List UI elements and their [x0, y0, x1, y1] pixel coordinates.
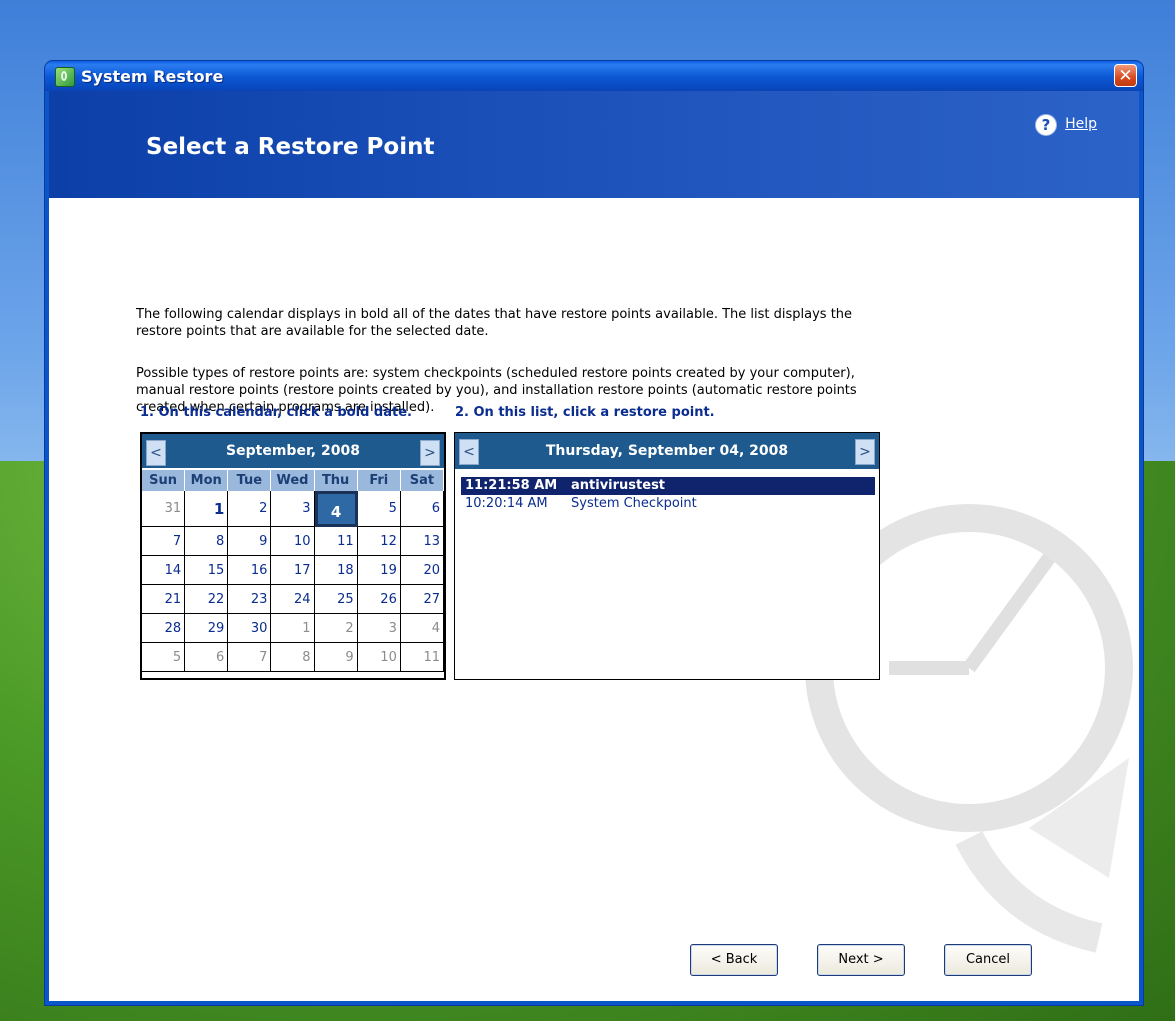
weekday-header: Thu [314, 470, 358, 491]
calendar-day[interactable]: 1 [185, 491, 229, 527]
calendar-day[interactable]: 26 [357, 585, 401, 614]
calendar-header: < September, 2008 > [142, 434, 444, 468]
weekday-header: Sat [400, 470, 444, 491]
close-icon: ✕ [1118, 66, 1133, 86]
system-restore-icon [55, 67, 75, 87]
prev-day-button[interactable]: < [459, 439, 479, 465]
step1-label: 1. On this calendar, click a bold date. [140, 405, 412, 420]
calendar-day[interactable]: 10 [271, 527, 315, 556]
calendar-grid: Sun Mon Tue Wed Thu Fri Sat 31 1 2 3 4 5 6 7 8 9 10 11 12 13… [142, 470, 444, 672]
restore-point-item[interactable]: 11:21:58 AM antivirustest [460, 476, 876, 496]
weekday-header: Fri [357, 470, 401, 491]
next-button[interactable]: Next > [817, 944, 905, 976]
help-icon[interactable]: ? [1035, 114, 1057, 136]
back-button[interactable]: < Back [690, 944, 778, 976]
calendar-day[interactable]: 6 [185, 643, 229, 672]
calendar-day[interactable]: 4 [400, 614, 444, 643]
calendar-day[interactable]: 27 [400, 585, 444, 614]
calendar-day[interactable]: 5 [357, 491, 401, 527]
restore-point-list: < Thursday, September 04, 2008 > 11:21:5… [454, 432, 880, 680]
help-link[interactable]: Help [1065, 116, 1097, 132]
calendar-day[interactable]: 8 [271, 643, 315, 672]
next-day-button[interactable]: > [855, 439, 875, 465]
calendar-day[interactable]: 29 [185, 614, 229, 643]
restore-point-item[interactable]: 10:20:14 AM System Checkpoint [461, 495, 875, 513]
calendar-day[interactable]: 9 [228, 527, 272, 556]
calendar-day[interactable]: 25 [314, 585, 358, 614]
calendar-day[interactable]: 30 [228, 614, 272, 643]
wizard-content: The following calendar displays in bold … [49, 198, 1139, 1001]
restore-point-name: System Checkpoint [571, 496, 697, 511]
page-title: Select a Restore Point [146, 134, 435, 160]
cancel-button[interactable]: Cancel [944, 944, 1032, 976]
calendar-day[interactable]: 28 [142, 614, 186, 643]
restore-point-name: antivirustest [571, 478, 666, 493]
calendar-day[interactable]: 3 [357, 614, 401, 643]
weekday-header: Sun [142, 470, 186, 491]
prev-month-button[interactable]: < [146, 440, 166, 466]
calendar-day[interactable]: 11 [314, 527, 358, 556]
calendar-day[interactable]: 5 [142, 643, 186, 672]
calendar-day[interactable]: 22 [185, 585, 229, 614]
system-restore-window: System Restore ✕ Select a Restore Point … [45, 61, 1143, 1005]
weekday-header: Wed [271, 470, 315, 491]
calendar-day[interactable]: 15 [185, 556, 229, 585]
restore-point-time: 11:21:58 AM [465, 478, 558, 493]
weekday-header: Tue [228, 470, 272, 491]
calendar-day[interactable]: 3 [271, 491, 315, 527]
title-bar[interactable]: System Restore ✕ [45, 61, 1143, 91]
list-date-title: Thursday, September 04, 2008 [545, 443, 789, 459]
calendar-day[interactable]: 7 [142, 527, 186, 556]
calendar-day[interactable]: 24 [271, 585, 315, 614]
calendar-day[interactable]: 18 [314, 556, 358, 585]
next-month-button[interactable]: > [420, 440, 440, 466]
calendar-day[interactable]: 13 [400, 527, 444, 556]
calendar-day[interactable]: 9 [314, 643, 358, 672]
calendar-month-title: September, 2008 [226, 443, 360, 459]
calendar-day[interactable]: 7 [228, 643, 272, 672]
window-title: System Restore [81, 67, 224, 86]
calendar-day-selected[interactable]: 4 [314, 491, 358, 527]
calendar-day[interactable]: 10 [357, 643, 401, 672]
intro-paragraph-1: The following calendar displays in bold … [136, 307, 853, 339]
calendar-day[interactable]: 6 [400, 491, 444, 527]
calendar-day[interactable]: 31 [142, 491, 186, 527]
restore-point-items: 11:21:58 AM antivirustest 10:20:14 AM Syste… [460, 476, 876, 513]
calendar-day[interactable]: 16 [228, 556, 272, 585]
restore-calendar: < September, 2008 > Sun Mon Tue Wed Thu Fri Sa… [140, 432, 446, 680]
restore-point-time: 10:20:14 AM [465, 496, 548, 511]
wizard-header: Select a Restore Point ? Help [49, 91, 1139, 198]
calendar-day[interactable]: 14 [142, 556, 186, 585]
calendar-day[interactable]: 11 [400, 643, 444, 672]
close-button[interactable]: ✕ [1114, 64, 1137, 87]
calendar-day[interactable]: 19 [357, 556, 401, 585]
calendar-day[interactable]: 23 [228, 585, 272, 614]
calendar-day[interactable]: 1 [271, 614, 315, 643]
calendar-day[interactable]: 2 [228, 491, 272, 527]
calendar-day[interactable]: 21 [142, 585, 186, 614]
step2-label: 2. On this list, click a restore point. [455, 405, 715, 420]
calendar-day[interactable]: 20 [400, 556, 444, 585]
list-header: < Thursday, September 04, 2008 > [455, 433, 879, 469]
calendar-day[interactable]: 12 [357, 527, 401, 556]
weekday-header: Mon [185, 470, 229, 491]
calendar-day[interactable]: 2 [314, 614, 358, 643]
calendar-day[interactable]: 17 [271, 556, 315, 585]
calendar-day[interactable]: 8 [185, 527, 229, 556]
